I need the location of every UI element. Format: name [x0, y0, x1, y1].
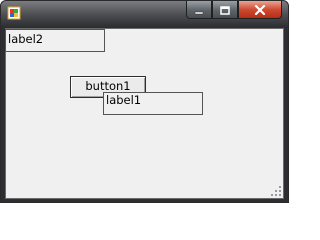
title-bar[interactable] — [1, 1, 288, 27]
label1: label1 — [103, 92, 203, 115]
maximize-icon — [220, 1, 230, 19]
caption-buttons — [186, 1, 282, 19]
form-window: label2 button1 label1 — [0, 0, 289, 203]
maximize-button[interactable] — [212, 1, 238, 19]
form-client-area: label2 button1 label1 — [5, 28, 284, 199]
label2: label2 — [5, 29, 105, 52]
close-icon — [254, 1, 266, 19]
minimize-icon — [194, 1, 204, 19]
close-button[interactable] — [238, 1, 282, 19]
minimize-button[interactable] — [186, 1, 212, 19]
resize-grip-icon[interactable] — [270, 185, 282, 197]
app-icon — [7, 6, 21, 20]
